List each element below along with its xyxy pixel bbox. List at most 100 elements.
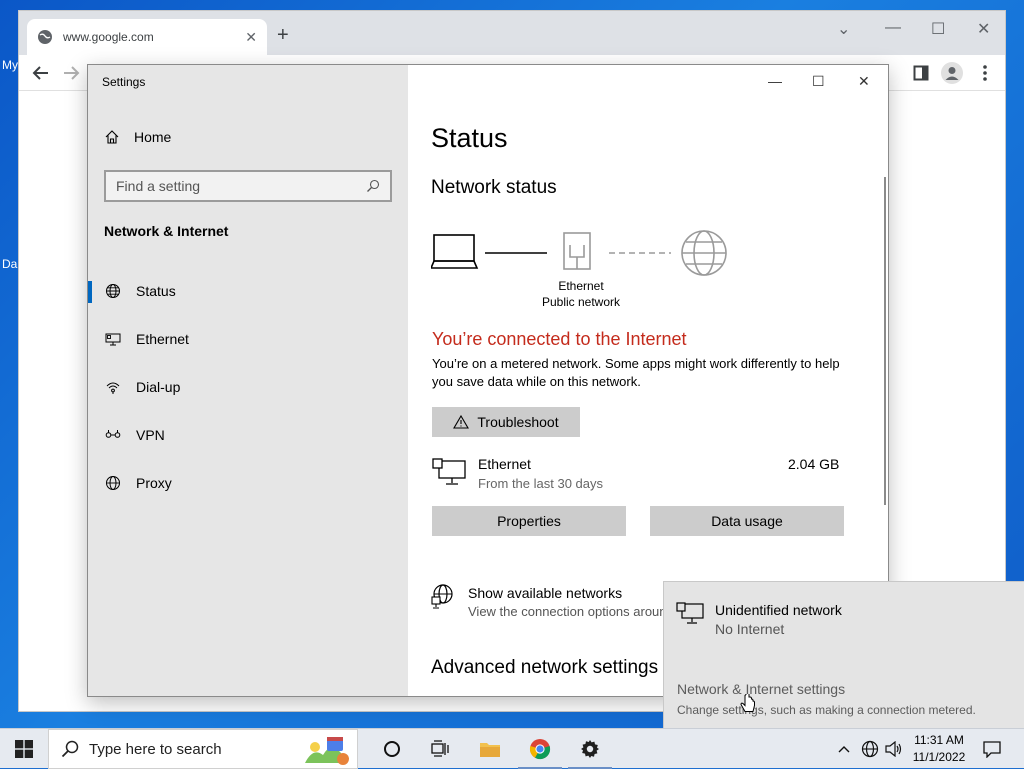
browser-close-button[interactable]: ✕ xyxy=(977,19,990,39)
settings-window-title: Settings xyxy=(102,75,146,89)
show-networks-description: View the connection options around xyxy=(468,604,674,619)
show-hidden-icons-button[interactable] xyxy=(834,735,854,763)
start-button[interactable] xyxy=(10,735,38,763)
network-globe-icon xyxy=(861,740,879,758)
taskbar: Type here to search 11:31 AM 11/1/2022 xyxy=(0,728,1024,769)
browser-tab-strip: www.google.com ✕ + ⌄ — ☐ ✕ xyxy=(19,11,1005,55)
search-highlight-icon xyxy=(305,737,349,765)
folder-icon xyxy=(480,743,500,757)
status-globe-icon xyxy=(104,282,122,300)
flyout-network-name[interactable]: Unidentified network xyxy=(715,602,842,618)
desktop-icon-label[interactable]: Da xyxy=(2,257,17,271)
desktop-icon-label[interactable]: My xyxy=(2,58,18,72)
gear-icon xyxy=(581,740,599,758)
side-panel-button[interactable] xyxy=(909,61,933,85)
ethernet-port-icon xyxy=(563,232,591,270)
volume-tray-button[interactable] xyxy=(882,735,906,763)
home-icon xyxy=(105,130,119,144)
new-tab-button[interactable]: + xyxy=(277,25,289,45)
timeline-icon xyxy=(431,740,449,757)
taskbar-search-input[interactable]: Type here to search xyxy=(48,729,358,769)
clock-time: 11:31 AM xyxy=(914,733,964,747)
notifications-button[interactable] xyxy=(978,735,1006,763)
nav-item-label: Proxy xyxy=(136,475,172,491)
metered-description: You’re on a metered network. Some apps m… xyxy=(432,356,840,389)
dialup-icon xyxy=(104,378,122,396)
nav-item-ethernet[interactable]: Ethernet xyxy=(88,321,408,357)
forward-button[interactable] xyxy=(59,61,83,85)
network-flyout: Unidentified network No Internet Network… xyxy=(663,581,1024,728)
diagram-label: Public network xyxy=(541,295,621,309)
browser-tab-title: www.google.com xyxy=(63,30,154,44)
available-networks-icon xyxy=(431,584,453,609)
browser-menu-button[interactable] xyxy=(973,61,997,85)
chrome-taskbar-button[interactable] xyxy=(518,735,562,769)
network-settings-link[interactable]: Network & Internet settings xyxy=(677,681,845,697)
ethernet-monitor-icon xyxy=(432,458,466,485)
forward-arrow-icon xyxy=(64,66,80,80)
internet-globe-icon xyxy=(681,230,727,276)
profile-button[interactable] xyxy=(940,61,964,85)
home-label: Home xyxy=(134,129,172,145)
globe-icon xyxy=(38,30,52,44)
laptop-icon xyxy=(431,234,479,269)
usage-amount: 2.04 GB xyxy=(788,456,840,472)
diagram-label: Ethernet xyxy=(558,279,604,293)
home-nav-item[interactable]: Home xyxy=(104,129,171,145)
flyout-network-status: No Internet xyxy=(715,621,785,637)
data-usage-button[interactable]: Data usage xyxy=(650,506,844,536)
taskbar-clock[interactable]: 11:31 AM 11/1/2022 xyxy=(906,732,972,766)
nav-item-vpn[interactable]: VPN xyxy=(88,417,408,453)
nav-item-status[interactable]: Status xyxy=(88,273,408,309)
clock-date: 11/1/2022 xyxy=(912,750,966,764)
network-tray-button[interactable] xyxy=(858,735,882,763)
taskbar-search-placeholder: Type here to search xyxy=(89,740,222,758)
chrome-icon xyxy=(529,739,551,760)
network-status-heading: Network status xyxy=(431,177,557,198)
troubleshoot-label: Troubleshoot xyxy=(477,414,559,430)
show-networks-link[interactable]: Show available networks xyxy=(468,585,622,601)
back-arrow-icon xyxy=(32,66,48,80)
notification-icon xyxy=(983,741,1001,758)
tab-search-chevron-icon[interactable]: ⌄ xyxy=(837,19,850,39)
nav-item-dialup[interactable]: Dial-up xyxy=(88,369,408,405)
search-placeholder: Find a setting xyxy=(116,178,201,194)
scrollbar[interactable] xyxy=(884,177,886,505)
usage-connection-name: Ethernet xyxy=(478,456,531,472)
section-title: Network & Internet xyxy=(104,223,229,239)
browser-maximize-button[interactable]: ☐ xyxy=(931,19,945,39)
task-view-button[interactable] xyxy=(378,735,406,763)
troubleshoot-button[interactable]: Troubleshoot xyxy=(432,407,580,437)
browser-tab[interactable]: www.google.com ✕ xyxy=(27,19,267,55)
settings-sidebar: Settings Home Find a setting Network & I… xyxy=(88,65,408,696)
search-icon xyxy=(367,179,380,192)
nav-item-label: Status xyxy=(136,283,176,299)
network-settings-description: Change settings, such as making a connec… xyxy=(677,703,976,717)
kebab-menu-icon xyxy=(983,65,987,81)
chevron-up-icon xyxy=(838,746,850,753)
nav-item-label: Ethernet xyxy=(136,331,189,347)
back-button[interactable] xyxy=(29,61,53,85)
usage-period: From the last 30 days xyxy=(478,476,603,491)
speaker-icon xyxy=(885,741,902,757)
widgets-button[interactable] xyxy=(426,735,454,763)
network-monitor-icon xyxy=(676,602,704,624)
proxy-globe-icon xyxy=(104,474,122,492)
side-panel-icon xyxy=(913,65,929,81)
search-icon xyxy=(61,740,79,758)
browser-minimize-button[interactable]: — xyxy=(885,19,901,37)
page-title: Status xyxy=(431,123,508,153)
tab-close-icon[interactable]: ✕ xyxy=(245,29,257,46)
hand-cursor-icon xyxy=(740,694,755,712)
connection-status-text: You’re connected to the Internet xyxy=(432,329,687,349)
advanced-settings-heading: Advanced network settings xyxy=(431,657,659,678)
settings-taskbar-button[interactable] xyxy=(568,735,612,769)
file-explorer-button[interactable] xyxy=(476,735,504,763)
nav-item-label: VPN xyxy=(136,427,165,443)
properties-button[interactable]: Properties xyxy=(432,506,626,536)
task-view-icon xyxy=(384,741,400,757)
nav-item-proxy[interactable]: Proxy xyxy=(88,465,408,501)
settings-search-input[interactable]: Find a setting xyxy=(104,170,392,202)
profile-avatar-icon xyxy=(941,62,963,84)
windows-logo-icon xyxy=(15,740,33,758)
